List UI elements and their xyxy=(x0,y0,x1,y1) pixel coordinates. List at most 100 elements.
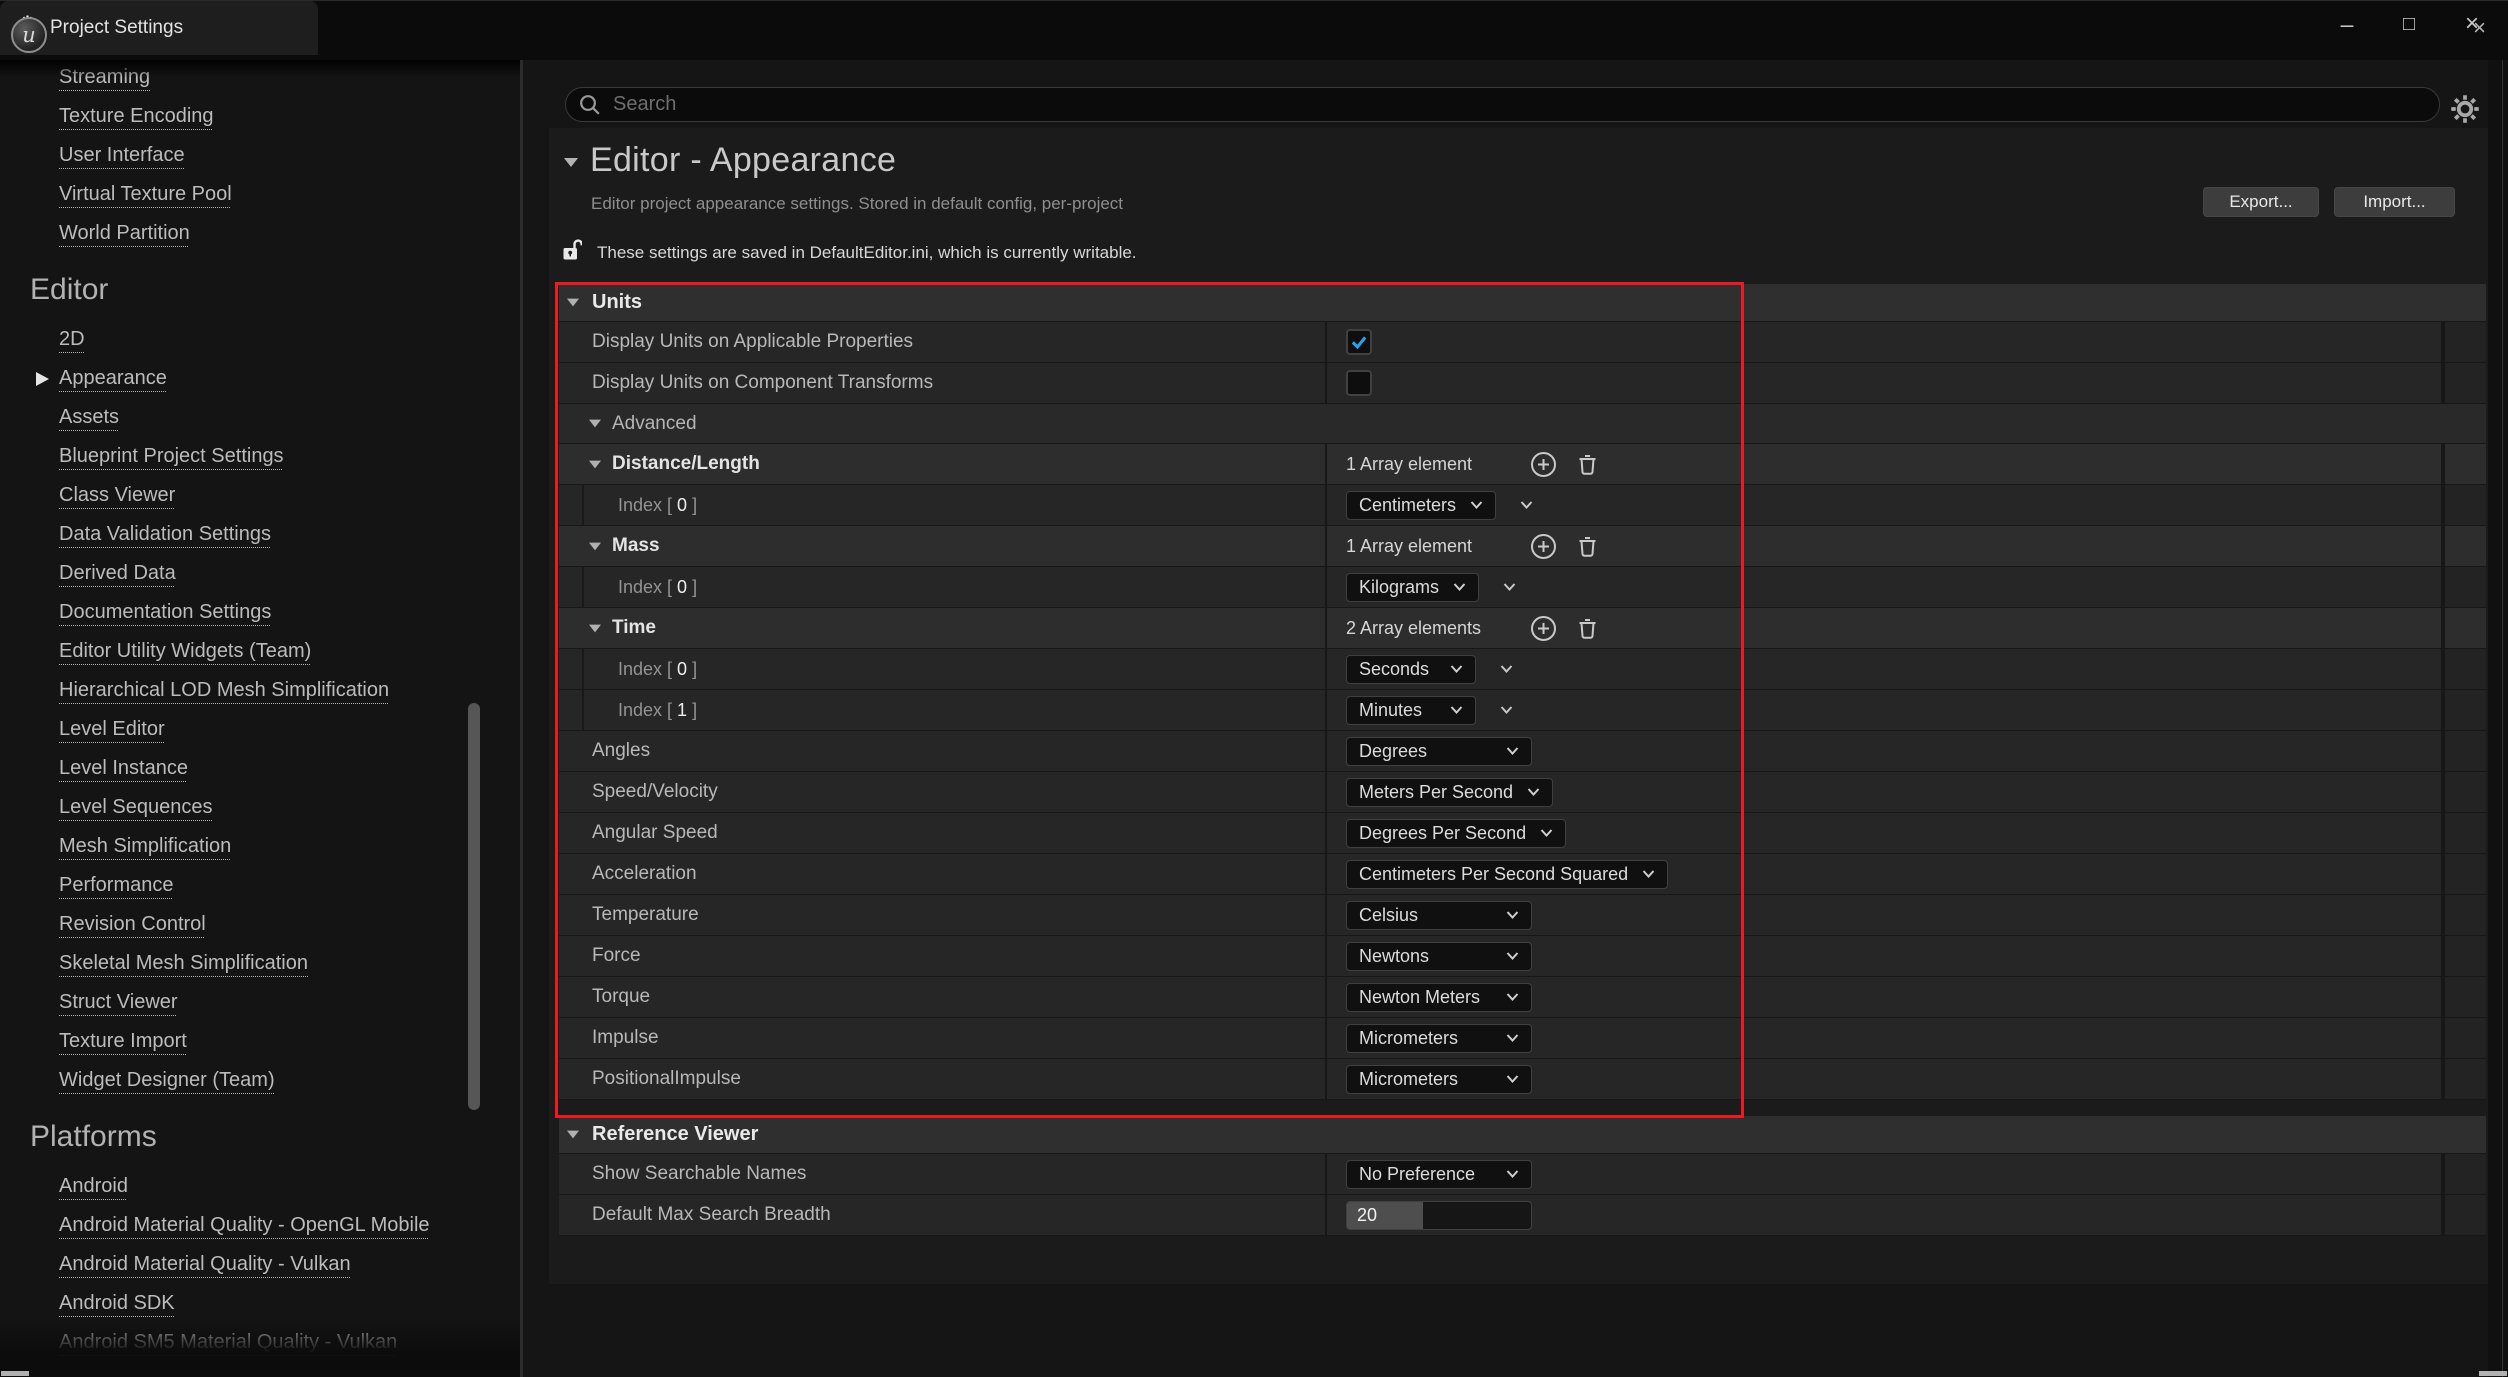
sidebar-item-label[interactable]: Android xyxy=(59,1175,128,1197)
add-element-icon[interactable] xyxy=(1530,615,1557,642)
sidebar-item-label[interactable]: User Interface xyxy=(59,144,185,166)
search-input[interactable] xyxy=(611,92,2421,117)
export-button[interactable]: Export... xyxy=(2203,187,2319,217)
close-icon[interactable]: × xyxy=(2447,1,2497,47)
sidebar-item-label[interactable]: Editor Utility Widgets (Team) xyxy=(59,640,311,662)
sidebar-item-derived-data[interactable]: Derived Data xyxy=(0,554,520,593)
element-options-chevron-icon[interactable] xyxy=(1500,665,1513,673)
delete-elements-icon[interactable] xyxy=(1574,533,1601,560)
sidebar-item-label[interactable]: Level Sequences xyxy=(59,796,212,818)
sidebar-item-label[interactable]: Appearance xyxy=(59,367,167,389)
sidebar-item-label[interactable]: Level Instance xyxy=(59,757,188,779)
sidebar-item-label[interactable]: Data Validation Settings xyxy=(59,523,271,545)
sidebar-scrollbar-thumb[interactable] xyxy=(468,703,480,1110)
sidebar-item-label[interactable]: Documentation Settings xyxy=(59,601,271,623)
sidebar-item-level-instance[interactable]: Level Instance xyxy=(0,749,520,788)
sidebar-item-label[interactable]: 2D xyxy=(59,328,85,350)
sidebar-item-class-viewer[interactable]: Class Viewer xyxy=(0,476,520,515)
sidebar-item-level-editor[interactable]: Level Editor xyxy=(0,710,520,749)
sidebar-item-label[interactable]: Android SDK xyxy=(59,1292,175,1314)
sidebar-item-virtual-texture-pool[interactable]: Virtual Texture Pool xyxy=(0,175,520,214)
sidebar-item-android-material-quality-vulkan[interactable]: Android Material Quality - Vulkan xyxy=(0,1245,520,1284)
sidebar-item-label[interactable]: Hierarchical LOD Mesh Simplification xyxy=(59,679,389,701)
sidebar-item-2d[interactable]: 2D xyxy=(0,320,520,359)
sidebar-item-android-sdk[interactable]: Android SDK xyxy=(0,1284,520,1323)
collapse-arrow-icon[interactable] xyxy=(589,460,601,468)
sidebar-item-label[interactable]: Class Viewer xyxy=(59,484,175,506)
sidebar-item-user-interface[interactable]: User Interface xyxy=(0,136,520,175)
collapse-arrow-icon[interactable] xyxy=(567,299,579,307)
sidebar-item-widget-designer-team-[interactable]: Widget Designer (Team) xyxy=(0,1061,520,1100)
delete-elements-icon[interactable] xyxy=(1574,451,1601,478)
sidebar-item-android[interactable]: Android xyxy=(0,1167,520,1206)
unit-dropdown[interactable]: Centimeters xyxy=(1346,491,1496,520)
resize-grip-bottom-left[interactable] xyxy=(1,1371,29,1376)
collapse-arrow-icon[interactable] xyxy=(589,624,601,632)
unit-dropdown[interactable]: Micrometers xyxy=(1346,1065,1532,1094)
sidebar-item-label[interactable]: Assets xyxy=(59,406,119,428)
sidebar-item-streaming[interactable]: Streaming xyxy=(0,60,520,97)
sidebar-item-documentation-settings[interactable]: Documentation Settings xyxy=(0,593,520,632)
sidebar-item-label[interactable]: World Partition xyxy=(59,222,190,244)
sidebar-item-blueprint-project-settings[interactable]: Blueprint Project Settings xyxy=(0,437,520,476)
unit-dropdown[interactable]: Degrees Per Second xyxy=(1346,819,1566,848)
sidebar-item-android-material-quality-opengl-mobile[interactable]: Android Material Quality - OpenGL Mobile xyxy=(0,1206,520,1245)
sidebar-item-label[interactable]: Skeletal Mesh Simplification xyxy=(59,952,308,974)
sidebar-item-label[interactable]: Texture Import xyxy=(59,1030,187,1052)
sidebar-item-label[interactable]: Level Editor xyxy=(59,718,165,740)
unit-dropdown[interactable]: Centimeters Per Second Squared xyxy=(1346,860,1668,889)
sidebar-item-skeletal-mesh-simplification[interactable]: Skeletal Mesh Simplification xyxy=(0,944,520,983)
unit-dropdown[interactable]: Degrees xyxy=(1346,737,1532,766)
sidebar-item-label[interactable]: Android Material Quality - OpenGL Mobile xyxy=(59,1214,430,1236)
sidebar-item-label[interactable]: Streaming xyxy=(59,66,150,88)
add-element-icon[interactable] xyxy=(1530,451,1557,478)
resize-grip-bottom-right[interactable] xyxy=(2479,1371,2507,1376)
checkbox-checked[interactable] xyxy=(1346,329,1372,355)
settings-gear-icon[interactable] xyxy=(2450,94,2480,124)
sidebar-item-label[interactable]: Widget Designer (Team) xyxy=(59,1069,275,1091)
sidebar-item-level-sequences[interactable]: Level Sequences xyxy=(0,788,520,827)
sidebar-item-editor-utility-widgets-team-[interactable]: Editor Utility Widgets (Team) xyxy=(0,632,520,671)
sidebar-item-label[interactable]: Struct Viewer xyxy=(59,991,178,1013)
sidebar-item-world-partition[interactable]: World Partition xyxy=(0,214,520,253)
sidebar-item-hierarchical-lod-mesh-simplification[interactable]: Hierarchical LOD Mesh Simplification xyxy=(0,671,520,710)
section-collapse-icon[interactable] xyxy=(564,158,578,167)
number-input[interactable]: 20 xyxy=(1346,1201,1532,1230)
sidebar-item-appearance[interactable]: Appearance xyxy=(0,359,520,398)
sidebar-item-label[interactable]: Performance xyxy=(59,874,174,896)
sidebar-item-revision-control[interactable]: Revision Control xyxy=(0,905,520,944)
element-options-chevron-icon[interactable] xyxy=(1503,583,1516,591)
sidebar-item-label[interactable]: Virtual Texture Pool xyxy=(59,183,232,205)
sidebar-item-label[interactable]: Mesh Simplification xyxy=(59,835,231,857)
sidebar-item-mesh-simplification[interactable]: Mesh Simplification xyxy=(0,827,520,866)
import-button[interactable]: Import... xyxy=(2334,187,2455,217)
unit-dropdown[interactable]: Newton Meters xyxy=(1346,983,1532,1012)
sidebar-item-texture-import[interactable]: Texture Import xyxy=(0,1022,520,1061)
sidebar-item-data-validation-settings[interactable]: Data Validation Settings xyxy=(0,515,520,554)
collapse-arrow-icon[interactable] xyxy=(589,420,601,428)
sidebar-item-label[interactable]: Revision Control xyxy=(59,913,206,935)
unit-dropdown[interactable]: Kilograms xyxy=(1346,573,1479,602)
sidebar-item-label[interactable]: Android Material Quality - Vulkan xyxy=(59,1253,351,1275)
minimize-icon[interactable]: – xyxy=(2322,1,2372,47)
delete-elements-icon[interactable] xyxy=(1574,615,1601,642)
tab-project-settings[interactable]: Project Settings × xyxy=(0,1,318,55)
unit-dropdown[interactable]: No Preference xyxy=(1346,1160,1532,1189)
unit-dropdown[interactable]: Micrometers xyxy=(1346,1024,1532,1053)
maximize-icon[interactable]: □ xyxy=(2384,1,2434,47)
sidebar-item-assets[interactable]: Assets xyxy=(0,398,520,437)
unit-dropdown[interactable]: Minutes xyxy=(1346,696,1476,725)
sidebar-item-texture-encoding[interactable]: Texture Encoding xyxy=(0,97,520,136)
unit-dropdown[interactable]: Celsius xyxy=(1346,901,1532,930)
sidebar-item-android-sm5-material-quality-vulkan[interactable]: Android SM5 Material Quality - Vulkan xyxy=(0,1323,520,1362)
collapse-arrow-icon[interactable] xyxy=(567,1131,579,1139)
unit-dropdown[interactable]: Meters Per Second xyxy=(1346,778,1553,807)
add-element-icon[interactable] xyxy=(1530,533,1557,560)
sidebar-item-performance[interactable]: Performance xyxy=(0,866,520,905)
unit-dropdown[interactable]: Seconds xyxy=(1346,655,1476,684)
collapse-arrow-icon[interactable] xyxy=(589,542,601,550)
checkbox[interactable] xyxy=(1346,370,1372,396)
sidebar-item-label[interactable]: Android SM5 Material Quality - Vulkan xyxy=(59,1331,397,1353)
sidebar-item-label[interactable]: Derived Data xyxy=(59,562,176,584)
unit-dropdown[interactable]: Newtons xyxy=(1346,942,1532,971)
